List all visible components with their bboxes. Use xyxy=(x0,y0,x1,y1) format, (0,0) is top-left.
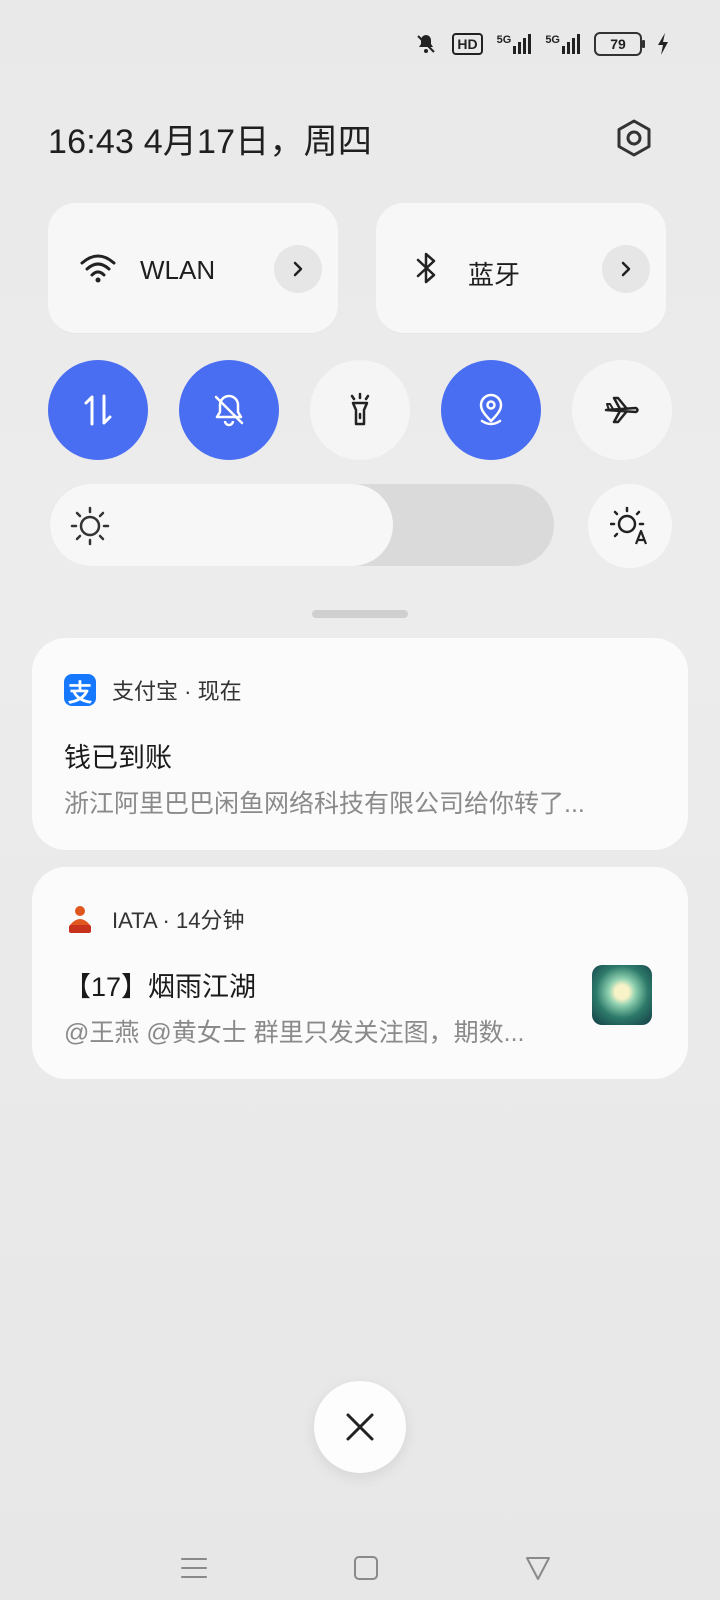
gear-icon xyxy=(617,119,651,157)
status-icons: HD 5G 5G 79 xyxy=(414,32,670,56)
flashlight-toggle[interactable] xyxy=(310,360,410,460)
battery-icon: 79 xyxy=(594,32,645,56)
signal-5g-icon: 5G xyxy=(497,34,532,54)
silent-toggle[interactable] xyxy=(179,360,279,460)
clear-notifications-button[interactable] xyxy=(314,1381,406,1473)
notification-alipay[interactable]: 支 支付宝 · 现在 钱已到账 浙江阿里巴巴闲鱼网络科技有限公司给你转了... xyxy=(32,638,688,850)
airplane-mode-toggle[interactable] xyxy=(572,360,672,460)
notification-title: 钱已到账 xyxy=(64,743,172,773)
signal-5g-icon-2: 5G xyxy=(545,34,580,54)
bluetooth-expand-button[interactable] xyxy=(602,245,650,293)
notification-thumbnail xyxy=(592,965,652,1025)
wlan-expand-button[interactable] xyxy=(274,245,322,293)
notification-iata[interactable]: IATA · 14分钟 【17】烟雨江湖 @王燕 @黄女士 群里只发关注图，期数… xyxy=(32,867,688,1079)
charging-icon xyxy=(658,33,668,55)
location-icon xyxy=(479,393,503,426)
location-toggle[interactable] xyxy=(441,360,541,460)
brightness-slider[interactable] xyxy=(50,484,554,566)
notification-body: 浙江阿里巴巴闲鱼网络科技有限公司给你转了... xyxy=(64,790,585,818)
close-icon xyxy=(346,1413,374,1441)
notification-body: @王燕 @黄女士 群里只发关注图，期数... xyxy=(64,1019,525,1047)
bluetooth-icon xyxy=(416,252,436,284)
notification-header: IATA · 14分钟 xyxy=(64,903,244,935)
bell-muted-icon xyxy=(417,35,436,53)
menu-button[interactable] xyxy=(174,1548,214,1588)
date-time: 16:43 4月17日，周四 xyxy=(48,123,373,161)
chevron-right-icon xyxy=(293,261,303,277)
wlan-label: WLAN xyxy=(140,255,216,285)
wlan-tile[interactable]: WLAN xyxy=(48,203,338,333)
hd-icon: HD xyxy=(452,33,483,55)
alipay-icon: 支 xyxy=(64,674,96,707)
drag-handle[interactable] xyxy=(312,610,408,618)
navigation-bar xyxy=(0,1530,720,1600)
iata-app-icon xyxy=(69,906,91,933)
mobile-data-toggle[interactable] xyxy=(48,360,148,460)
sun-icon xyxy=(70,506,110,546)
flashlight-icon xyxy=(350,392,370,426)
data-arrows-icon xyxy=(84,394,112,426)
notification-header: 支 支付宝 · 现在 xyxy=(64,674,242,707)
airplane-icon xyxy=(604,396,639,424)
notification-meta: IATA · 14分钟 xyxy=(112,908,245,933)
auto-brightness-icon xyxy=(610,506,648,545)
bluetooth-tile[interactable]: 蓝牙 xyxy=(376,203,666,333)
back-triangle-icon xyxy=(526,1557,550,1580)
bell-off-icon xyxy=(214,394,244,427)
home-square-icon xyxy=(354,1556,378,1580)
settings-button[interactable] xyxy=(608,112,660,164)
notification-meta: 支付宝 · 现在 xyxy=(112,679,242,704)
notification-title: 【17】烟雨江湖 xyxy=(64,972,257,1002)
status-bar: HD 5G 5G 79 xyxy=(0,0,720,88)
home-button[interactable] xyxy=(346,1548,386,1588)
auto-brightness-button[interactable] xyxy=(588,484,672,568)
back-button[interactable] xyxy=(518,1548,558,1588)
chevron-right-icon xyxy=(621,261,631,277)
wifi-icon xyxy=(80,254,116,283)
bluetooth-label: 蓝牙 xyxy=(468,260,521,290)
menu-icon xyxy=(181,1558,207,1578)
